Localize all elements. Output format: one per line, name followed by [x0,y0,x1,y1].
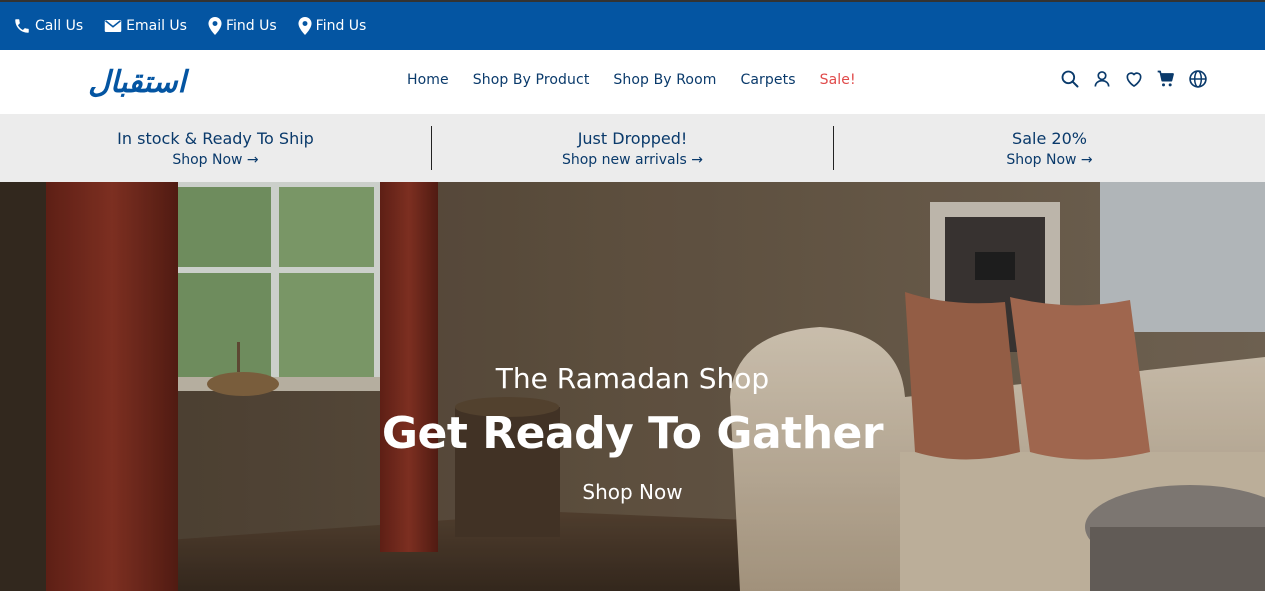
hero-banner: The Ramadan Shop Get Ready To Gather Sho… [0,182,1265,591]
envelope-icon [104,20,122,32]
find-us-label: Find Us [315,18,367,34]
map-pin-icon [208,17,222,35]
email-us-link[interactable]: Email Us [104,14,187,38]
user-icon[interactable] [1092,68,1112,90]
search-icon[interactable] [1060,68,1080,90]
nav-shop-by-product[interactable]: Shop By Product [473,72,590,88]
hero-title: Get Ready To Gather [381,408,884,459]
heart-icon[interactable] [1124,68,1144,90]
promo-shop-now-link[interactable]: Shop Now → [1006,152,1092,168]
nav-home[interactable]: Home [407,72,449,88]
find-us-link-1[interactable]: Find Us [208,14,277,38]
site-logo[interactable]: استقبال [56,62,218,100]
site-header: استقبال Home Shop By Product Shop By Roo… [0,50,1265,114]
promo-in-stock: In stock & Ready To Ship Shop Now → [0,114,431,182]
promo-shop-new-arrivals-link[interactable]: Shop new arrivals → [562,152,703,168]
header-icons [1060,68,1208,90]
nav-sale[interactable]: Sale! [820,72,856,88]
promo-shop-now-link[interactable]: Shop Now → [172,152,258,168]
phone-icon [15,19,29,33]
promo-sale: Sale 20% Shop Now → [833,126,1265,170]
promo-just-dropped: Just Dropped! Shop new arrivals → [431,126,833,170]
promo-title: Just Dropped! [577,128,688,148]
promo-title: In stock & Ready To Ship [117,128,314,148]
main-nav: Home Shop By Product Shop By Room Carpet… [407,72,880,88]
email-us-label: Email Us [126,18,187,34]
find-us-link-2[interactable]: Find Us [298,14,367,38]
map-pin-icon [298,17,312,35]
hero-shop-now-button[interactable]: Shop Now [582,480,682,504]
top-bar: Call Us Email Us Find Us Find Us [0,0,1265,50]
hero-cta-wrapper: Shop Now [0,480,1265,504]
promo-title: Sale 20% [1012,128,1087,148]
find-us-label: Find Us [225,18,277,34]
cart-icon[interactable] [1156,68,1176,90]
globe-icon[interactable] [1188,68,1208,90]
call-us-label: Call Us [35,18,84,34]
nav-shop-by-room[interactable]: Shop By Room [613,72,716,88]
hero-content: The Ramadan Shop Get Ready To Gather Sho… [0,182,1265,591]
nav-carpets[interactable]: Carpets [741,72,796,88]
call-us-link[interactable]: Call Us [13,14,83,38]
logo-wordmark: استقبال [88,65,189,100]
hero-subtitle: The Ramadan Shop [495,362,770,395]
promo-strip: In stock & Ready To Ship Shop Now → Just… [0,114,1265,182]
